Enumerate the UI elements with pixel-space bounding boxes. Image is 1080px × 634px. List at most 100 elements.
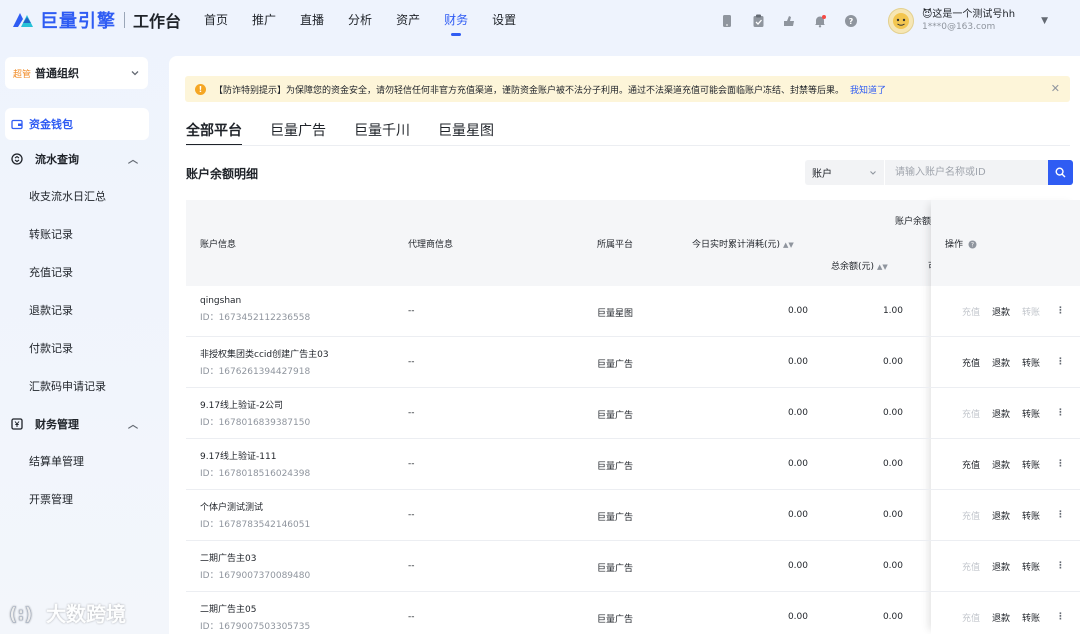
nav-live[interactable]: 直播 xyxy=(288,0,336,42)
header-today-spend-label: 今日实时累计消耗(元) xyxy=(692,240,781,250)
account-id: ID：1679007503305735 xyxy=(200,622,311,632)
refund-button[interactable]: 退款 xyxy=(992,407,1010,420)
more-actions-icon[interactable]: ⋮ xyxy=(1056,612,1065,622)
cell-agent: -- xyxy=(408,561,415,571)
sidebar-group-flow[interactable]: 流水查询 ︿ xyxy=(0,140,160,177)
header-today-spend[interactable]: 今日实时累计消耗(元) ▲▼ xyxy=(692,237,794,250)
recharge-button[interactable]: 充值 xyxy=(962,356,980,369)
header-account-info: 账户信息 xyxy=(200,240,237,250)
cell-today-spend: 0.00 xyxy=(787,408,808,418)
nav-analysis[interactable]: 分析 xyxy=(336,0,384,42)
sidebar-item-refund-records[interactable]: 退款记录 xyxy=(0,291,160,329)
nav-settings[interactable]: 设置 xyxy=(480,0,528,42)
search-input[interactable] xyxy=(885,160,1048,185)
feedback-icon[interactable] xyxy=(780,12,798,30)
phone-icon[interactable] xyxy=(718,12,736,30)
transfer-button[interactable]: 转账 xyxy=(1022,305,1040,318)
recharge-button[interactable]: 充值 xyxy=(962,407,980,420)
transfer-button[interactable]: 转账 xyxy=(1022,458,1040,471)
sidebar-item-wallet[interactable]: 资金钱包 xyxy=(5,108,149,140)
recharge-button[interactable]: 充值 xyxy=(962,560,980,573)
organization-selector[interactable]: 超管 普通组织 xyxy=(5,57,148,89)
tab-qianchuan[interactable]: 巨量千川 xyxy=(354,120,410,146)
cell-total-balance: 1.00 xyxy=(882,306,903,316)
main-content: ! 【防诈特别提示】为保障您的资金安全，请勿轻信任何非官方充值渠道，谨防资金账户… xyxy=(169,56,1080,634)
refund-button[interactable]: 退款 xyxy=(992,305,1010,318)
close-icon[interactable]: ✕ xyxy=(1051,82,1060,95)
sidebar-item-payment-records[interactable]: 付款记录 xyxy=(0,329,160,367)
more-actions-icon[interactable]: ⋮ xyxy=(1056,306,1065,316)
avatar xyxy=(888,8,914,34)
refund-button[interactable]: 退款 xyxy=(992,458,1010,471)
refund-button[interactable]: 退款 xyxy=(992,560,1010,573)
sidebar-item-invoice[interactable]: 开票管理 xyxy=(0,480,160,518)
help-icon[interactable]: ? xyxy=(842,12,860,30)
alert-acknowledge-link[interactable]: 我知道了 xyxy=(850,83,886,96)
search-type-select[interactable]: 账户 xyxy=(805,160,885,185)
sort-icon[interactable]: ▲▼ xyxy=(783,241,794,249)
more-actions-icon[interactable]: ⋮ xyxy=(1056,561,1065,571)
anti-fraud-alert: ! 【防诈特别提示】为保障您的资金安全，请勿轻信任何非官方充值渠道，谨防资金账户… xyxy=(185,76,1070,102)
refund-button[interactable]: 退款 xyxy=(992,356,1010,369)
sidebar-group-label: 财务管理 xyxy=(35,417,79,431)
account-search: 账户 xyxy=(805,160,1073,185)
sidebar-item-daily-summary[interactable]: 收支流水日汇总 xyxy=(0,177,160,215)
sidebar-group-finance[interactable]: 财务管理 ︿ xyxy=(0,405,160,442)
account-name: 非授权集团类ccid创建广告主03 xyxy=(200,350,329,360)
recharge-button[interactable]: 充值 xyxy=(962,305,980,318)
notification-bell-icon[interactable] xyxy=(811,12,829,30)
tab-xingtu[interactable]: 巨量星图 xyxy=(438,120,494,146)
cell-agent: -- xyxy=(408,459,415,469)
header-total-balance[interactable]: 总余额(元) ▲▼ xyxy=(831,259,888,272)
platform-tabs: 全部平台 巨量广告 巨量千川 巨量星图 xyxy=(186,120,522,146)
nav-assets[interactable]: 资产 xyxy=(384,0,432,42)
warning-icon: ! xyxy=(195,83,206,95)
transfer-button[interactable]: 转账 xyxy=(1022,407,1040,420)
brand-logo[interactable]: 巨量引擎 工作台 xyxy=(10,8,181,32)
help-icon[interactable]: ? xyxy=(968,240,977,249)
sidebar-item-settlement[interactable]: 结算单管理 xyxy=(0,442,160,480)
sidebar-item-remittance-code[interactable]: 汇款码申请记录 xyxy=(0,367,160,405)
table-row: 二期广告主05 ID：1679007503305735 -- 巨量广告 0.00 0.00… xyxy=(186,592,1080,634)
clipboard-icon[interactable] xyxy=(749,12,767,30)
user-menu[interactable]: 😈这是一个测试号hh 1***0@163.com ▼ xyxy=(888,7,1048,35)
recharge-button[interactable]: 充值 xyxy=(962,509,980,522)
sidebar-item-label: 资金钱包 xyxy=(29,118,73,131)
recharge-button[interactable]: 充值 xyxy=(962,611,980,624)
more-actions-icon[interactable]: ⋮ xyxy=(1056,510,1065,520)
refund-button[interactable]: 退款 xyxy=(992,509,1010,522)
account-id: ID：1676261394427918 xyxy=(200,367,311,377)
account-name: 个体户测试测试 xyxy=(200,503,264,513)
more-actions-icon[interactable]: ⋮ xyxy=(1056,357,1065,367)
sort-icon[interactable]: ▲▼ xyxy=(877,263,888,271)
table-row: qingshan ID：1673452112236558 -- 巨量星图 0.00 1.0… xyxy=(186,286,1080,337)
more-actions-icon[interactable]: ⋮ xyxy=(1056,408,1065,418)
chevron-down-icon xyxy=(870,170,876,175)
account-id: ID：1678016839387150 xyxy=(200,418,311,428)
tab-all-platforms[interactable]: 全部平台 xyxy=(186,120,242,146)
tab-oceanengine-ads[interactable]: 巨量广告 xyxy=(270,120,326,146)
recharge-button[interactable]: 充值 xyxy=(962,458,980,471)
transfer-button[interactable]: 转账 xyxy=(1022,611,1040,624)
transfer-button[interactable]: 转账 xyxy=(1022,509,1040,522)
nav-finance[interactable]: 财务 xyxy=(432,0,480,42)
refund-button[interactable]: 退款 xyxy=(992,611,1010,624)
yen-icon xyxy=(11,417,23,430)
cell-operations: 充值 退款 转账 ⋮ xyxy=(948,337,1080,387)
more-actions-icon[interactable]: ⋮ xyxy=(1056,459,1065,469)
watermark-logo-icon: (:) xyxy=(9,603,33,625)
header-total-balance-label: 总余额(元) xyxy=(831,262,875,272)
org-name: 普通组织 xyxy=(35,67,80,80)
fixed-header: 操作 ? xyxy=(931,200,1080,286)
org-role-badge: 超管 xyxy=(13,69,32,80)
sidebar-item-transfer-records[interactable]: 转账记录 xyxy=(0,215,160,253)
nav-promotion[interactable]: 推广 xyxy=(240,0,288,42)
transfer-button[interactable]: 转账 xyxy=(1022,560,1040,573)
search-button[interactable] xyxy=(1048,160,1073,185)
sidebar-item-recharge-records[interactable]: 充值记录 xyxy=(0,253,160,291)
table-row: 个体户测试测试 ID：1678783542146051 -- 巨量广告 0.00 0.00… xyxy=(186,490,1080,541)
brand-subtitle: 工作台 xyxy=(133,12,182,31)
nav-home[interactable]: 首页 xyxy=(192,0,240,42)
chevron-down-icon[interactable]: ▼ xyxy=(1041,16,1048,26)
transfer-button[interactable]: 转账 xyxy=(1022,356,1040,369)
